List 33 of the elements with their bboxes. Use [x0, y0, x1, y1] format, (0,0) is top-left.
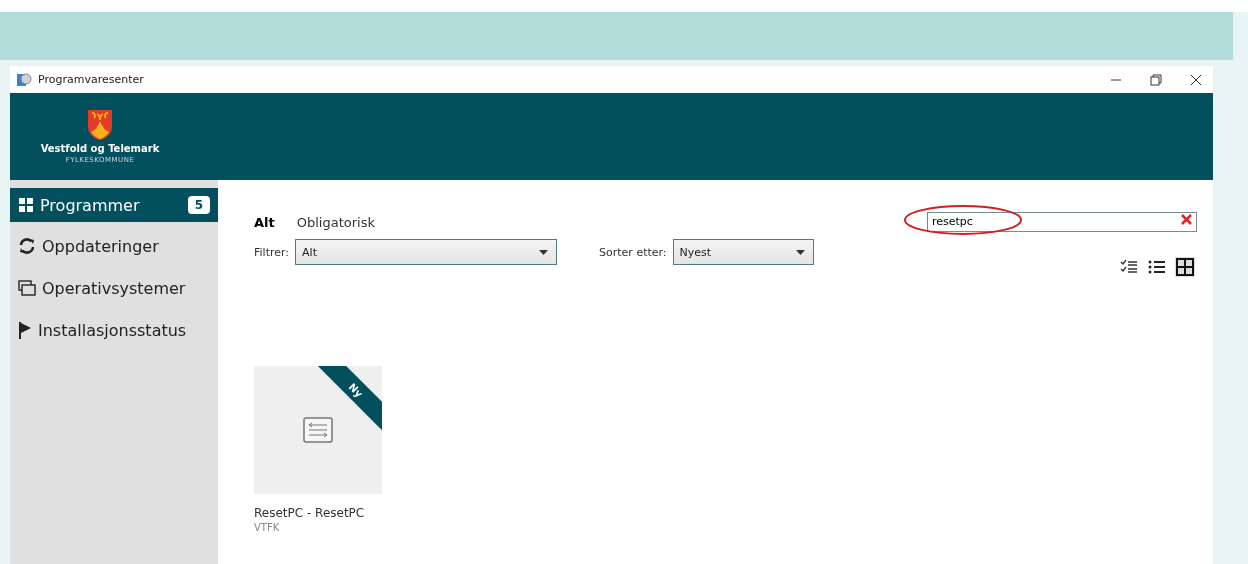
sort-dropdown[interactable]: Nyest: [672, 239, 814, 265]
sort-label: Sorter etter:: [599, 245, 667, 259]
app-placeholder-icon: [303, 417, 333, 443]
refresh-icon: [18, 237, 36, 255]
filter-tab[interactable]: Alt: [254, 214, 275, 230]
tiles-icon: [1176, 258, 1194, 276]
filter-tab[interactable]: Obligatorisk: [296, 214, 375, 230]
sidebar-item[interactable]: Oppdateringer: [10, 228, 218, 264]
sidebar-item[interactable]: Installasjonsstatus: [10, 312, 218, 348]
coat-of-arms-logo: [87, 109, 113, 141]
filter-label: Filtrer:: [254, 245, 290, 259]
view-button[interactable]: [1175, 257, 1195, 277]
caret-icon: [539, 249, 549, 255]
count-badge: 5: [187, 196, 210, 214]
flag-icon: [18, 321, 32, 339]
app-tile[interactable]: Ny: [254, 366, 382, 494]
clear-icon[interactable]: [1181, 214, 1192, 225]
app-icon: [16, 71, 32, 88]
app-publisher: VTFK: [254, 522, 281, 533]
brand-name: Vestfold og Telemark: [40, 143, 160, 154]
window-title: Programvaresenter: [38, 73, 144, 86]
sidebar-item[interactable]: Operativsystemer: [10, 270, 218, 306]
list-icon: [1148, 259, 1166, 275]
caret-icon: [795, 249, 805, 255]
close-icon: [1190, 73, 1202, 86]
filter-dropdown[interactable]: Alt: [295, 239, 558, 265]
tiles-icon: [18, 197, 34, 213]
checklist-icon: [1120, 259, 1138, 275]
windows-icon: [18, 280, 36, 296]
search-field[interactable]: resetpc: [927, 211, 1197, 232]
sidebar-item[interactable]: Programmer 5: [10, 188, 218, 222]
app-name: ResetPC - ResetPC: [254, 506, 366, 520]
restore-icon: [1150, 73, 1162, 86]
